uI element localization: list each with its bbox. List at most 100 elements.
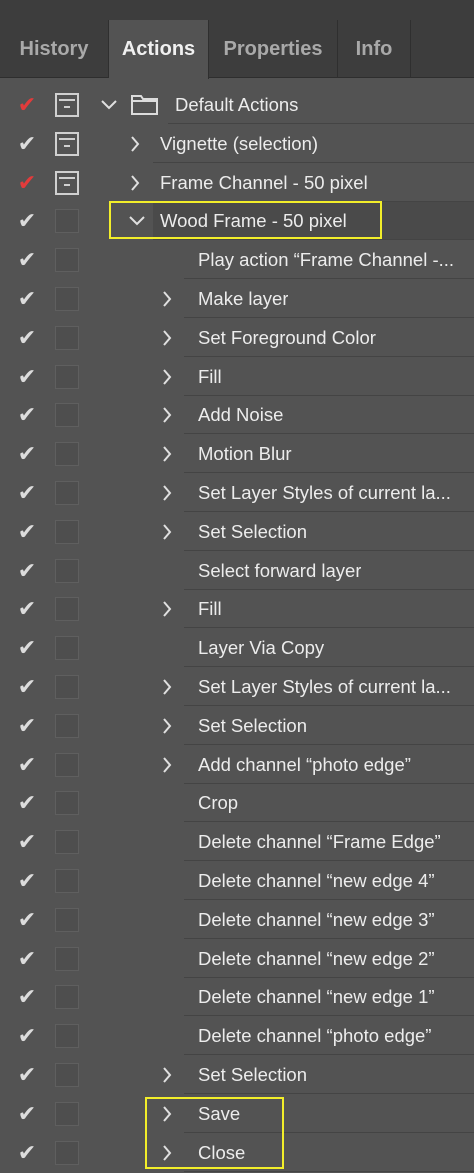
tab-properties[interactable]: Properties [209, 20, 338, 78]
action-row[interactable]: ✔ Delete channel “new edge 2” [0, 940, 474, 979]
checkmark-icon[interactable]: ✔ [15, 210, 39, 232]
checkmark-icon[interactable]: ✔ [15, 637, 39, 659]
chevron-right-icon[interactable] [160, 596, 174, 629]
dialog-toggle-icon[interactable] [55, 1062, 79, 1087]
chevron-right-icon[interactable] [160, 1101, 174, 1134]
tab-actions[interactable]: Actions [109, 20, 209, 79]
checkmark-icon[interactable]: ✔ [15, 869, 39, 891]
checkmark-icon[interactable]: ✔ [15, 365, 39, 387]
action-row[interactable]: ✔ Delete channel “new edge 1” [0, 978, 474, 1017]
dialog-toggle-icon[interactable] [55, 93, 79, 117]
action-row[interactable]: ✔ Set Layer Styles of current la... [0, 474, 474, 513]
chevron-right-icon[interactable] [160, 402, 174, 435]
action-row[interactable]: ✔ Wood Frame - 50 pixel [0, 202, 474, 241]
checkmark-icon[interactable]: ✔ [15, 986, 39, 1008]
dialog-toggle-icon[interactable] [55, 752, 79, 777]
checkmark-icon[interactable]: ✔ [15, 171, 39, 193]
dialog-toggle-icon[interactable] [55, 791, 79, 816]
dialog-toggle-icon[interactable] [55, 674, 79, 699]
chevron-right-icon[interactable] [160, 325, 174, 358]
checkmark-icon[interactable]: ✔ [15, 792, 39, 814]
checkmark-icon[interactable]: ✔ [15, 1025, 39, 1047]
checkmark-icon[interactable]: ✔ [15, 1141, 39, 1163]
dialog-toggle-icon[interactable] [55, 946, 79, 971]
action-row[interactable]: ✔ Set Selection [0, 513, 474, 552]
checkmark-icon[interactable]: ✔ [15, 443, 39, 465]
checkmark-icon[interactable]: ✔ [15, 404, 39, 426]
chevron-right-icon[interactable] [160, 441, 174, 474]
dialog-toggle-icon[interactable] [55, 325, 79, 350]
checkmark-icon[interactable]: ✔ [15, 675, 39, 697]
dialog-toggle-icon[interactable] [55, 830, 79, 855]
checkmark-icon[interactable]: ✔ [15, 908, 39, 930]
chevron-right-icon[interactable] [160, 1062, 174, 1095]
checkmark-icon[interactable]: ✔ [15, 559, 39, 581]
dialog-toggle-icon[interactable] [55, 985, 79, 1010]
action-row[interactable]: ✔ Close [0, 1134, 474, 1173]
action-row[interactable]: ✔ Default Actions [0, 86, 474, 125]
dialog-toggle-icon[interactable] [55, 209, 79, 234]
checkmark-icon[interactable]: ✔ [15, 1063, 39, 1085]
checkmark-icon[interactable]: ✔ [15, 94, 39, 116]
dialog-toggle-icon[interactable] [55, 1140, 79, 1165]
dialog-toggle-icon[interactable] [55, 131, 79, 156]
action-row[interactable]: ✔ Add channel “photo edge” [0, 746, 474, 785]
chevron-down-icon[interactable] [128, 208, 146, 241]
chevron-right-icon[interactable] [160, 286, 174, 319]
action-row[interactable]: ✔ Layer Via Copy [0, 629, 474, 668]
dialog-toggle-icon[interactable] [55, 364, 79, 389]
action-row[interactable]: ✔ Motion Blur [0, 435, 474, 474]
chevron-right-icon[interactable] [160, 713, 174, 746]
checkmark-icon[interactable]: ✔ [15, 714, 39, 736]
dialog-toggle-icon[interactable] [55, 480, 79, 505]
action-row[interactable]: ✔ Fill [0, 590, 474, 629]
checkmark-icon[interactable]: ✔ [15, 326, 39, 348]
action-row[interactable]: ✔ Delete channel “photo edge” [0, 1017, 474, 1056]
action-row[interactable]: ✔ Set Selection [0, 1056, 474, 1095]
checkmark-icon[interactable]: ✔ [15, 947, 39, 969]
dialog-toggle-icon[interactable] [55, 597, 79, 622]
action-row[interactable]: ✔ Save [0, 1095, 474, 1134]
action-row[interactable]: ✔ Vignette (selection) [0, 125, 474, 164]
chevron-right-icon[interactable] [160, 674, 174, 707]
action-row[interactable]: ✔ Play action “Frame Channel -... [0, 241, 474, 280]
chevron-right-icon[interactable] [128, 170, 142, 203]
action-row[interactable]: ✔ Delete channel “Frame Edge” [0, 823, 474, 862]
dialog-toggle-icon[interactable] [55, 636, 79, 661]
chevron-right-icon[interactable] [160, 1140, 174, 1173]
checkmark-icon[interactable]: ✔ [15, 481, 39, 503]
checkmark-icon[interactable]: ✔ [15, 753, 39, 775]
checkmark-icon[interactable]: ✔ [15, 249, 39, 271]
dialog-toggle-icon[interactable] [55, 713, 79, 738]
dialog-toggle-icon[interactable] [55, 519, 79, 544]
action-row[interactable]: ✔ Delete channel “new edge 3” [0, 901, 474, 940]
dialog-toggle-icon[interactable] [55, 868, 79, 893]
checkmark-icon[interactable]: ✔ [15, 831, 39, 853]
dialog-toggle-icon[interactable] [55, 558, 79, 583]
action-row[interactable]: ✔ Make layer [0, 280, 474, 319]
checkmark-icon[interactable]: ✔ [15, 132, 39, 154]
chevron-right-icon[interactable] [128, 131, 142, 164]
tab-history[interactable]: History [0, 20, 109, 78]
dialog-toggle-icon[interactable] [55, 286, 79, 311]
chevron-right-icon[interactable] [160, 752, 174, 785]
dialog-toggle-icon[interactable] [55, 170, 79, 195]
checkmark-icon[interactable]: ✔ [15, 1102, 39, 1124]
checkmark-icon[interactable]: ✔ [15, 598, 39, 620]
action-row[interactable]: ✔ Frame Channel - 50 pixel [0, 164, 474, 203]
action-row[interactable]: ✔ Add Noise [0, 396, 474, 435]
chevron-right-icon[interactable] [160, 364, 174, 397]
action-row[interactable]: ✔ Select forward layer [0, 552, 474, 591]
dialog-toggle-icon[interactable] [55, 1101, 79, 1126]
action-row[interactable]: ✔ Set Layer Styles of current la... [0, 668, 474, 707]
checkmark-icon[interactable]: ✔ [15, 520, 39, 542]
checkmark-icon[interactable]: ✔ [15, 287, 39, 309]
dialog-toggle-icon[interactable] [55, 1024, 79, 1049]
chevron-right-icon[interactable] [160, 480, 174, 513]
action-row[interactable]: ✔ Fill [0, 358, 474, 397]
action-row[interactable]: ✔ Delete channel “new edge 4” [0, 862, 474, 901]
dialog-toggle-icon[interactable] [55, 403, 79, 428]
dialog-toggle-icon[interactable] [55, 907, 79, 932]
action-row[interactable]: ✔ Crop [0, 784, 474, 823]
chevron-down-icon[interactable] [100, 92, 118, 125]
